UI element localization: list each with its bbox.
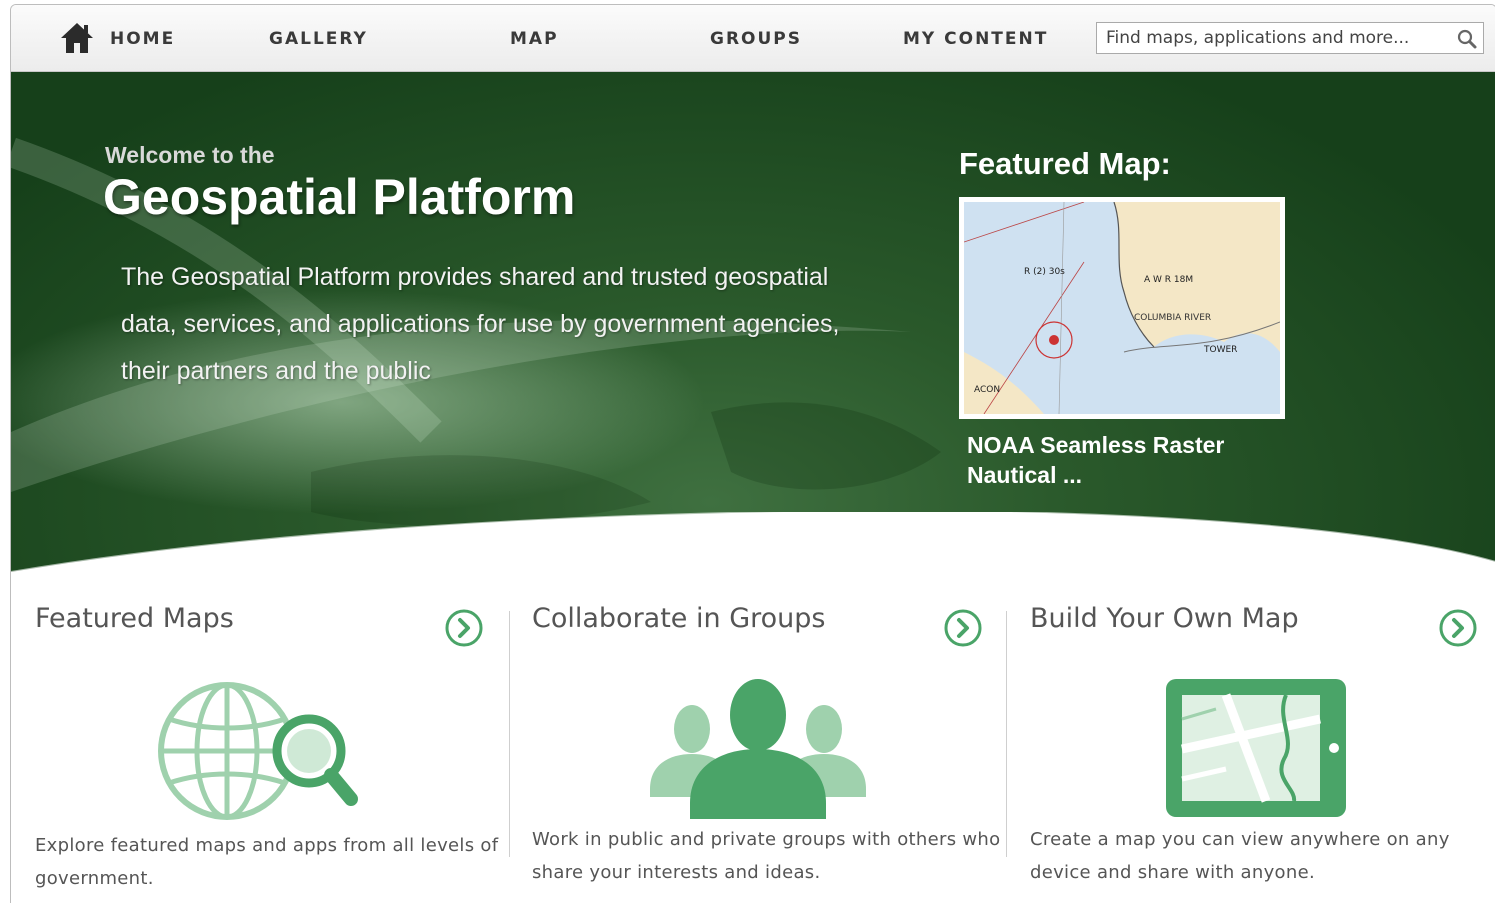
panel-divider bbox=[509, 611, 510, 857]
featured-map-heading: Featured Map: bbox=[959, 146, 1171, 181]
featured-map-caption[interactable]: NOAA Seamless Raster Nautical ... bbox=[967, 430, 1287, 490]
nav-home[interactable]: HOME bbox=[110, 29, 175, 49]
app-window: HOME GALLERY MAP GROUPS MY CONTENT Welco… bbox=[10, 4, 1495, 903]
arrow-right-icon[interactable] bbox=[445, 609, 483, 647]
panel-collaborate-groups: Collaborate in Groups Work in public and… bbox=[532, 603, 1012, 903]
nav-my-content[interactable]: MY CONTENT bbox=[903, 29, 1048, 49]
search-input[interactable] bbox=[1097, 23, 1447, 53]
panel-title[interactable]: Build Your Own Map bbox=[1030, 603, 1299, 634]
arrow-right-icon[interactable] bbox=[1439, 609, 1477, 647]
search-icon[interactable] bbox=[1456, 28, 1478, 50]
globe-magnifier-icon bbox=[158, 682, 358, 820]
nautical-chart-image: COLUMBIA RIVER R (2) 30s A W R 18M TOWER… bbox=[963, 201, 1281, 415]
nav-gallery[interactable]: GALLERY bbox=[269, 29, 368, 49]
search-box bbox=[1096, 22, 1484, 54]
tablet-map-icon bbox=[1166, 679, 1346, 817]
svg-text:ACON: ACON bbox=[974, 385, 1000, 395]
welcome-text: Welcome to the bbox=[105, 142, 275, 168]
panel-title[interactable]: Featured Maps bbox=[35, 603, 234, 634]
panel-build-map: Build Your Own Map Create a map you can … bbox=[1030, 603, 1495, 903]
nav-groups[interactable]: GROUPS bbox=[710, 29, 802, 49]
panel-description: Create a map you can view anywhere on an… bbox=[1030, 829, 1450, 883]
hero-banner: Welcome to the Geospatial Platform The G… bbox=[11, 72, 1495, 592]
panel-description: Work in public and private groups with o… bbox=[532, 829, 1001, 883]
svg-text:COLUMBIA RIVER: COLUMBIA RIVER bbox=[1134, 313, 1211, 323]
svg-text:R (2) 30s: R (2) 30s bbox=[1024, 267, 1065, 277]
panel-title[interactable]: Collaborate in Groups bbox=[532, 603, 825, 634]
home-icon[interactable] bbox=[59, 21, 95, 55]
featured-map-thumbnail[interactable]: COLUMBIA RIVER R (2) 30s A W R 18M TOWER… bbox=[959, 197, 1285, 419]
panel-divider bbox=[1006, 611, 1007, 857]
hero-description: The Geospatial Platform provides shared … bbox=[121, 263, 840, 385]
svg-text:A W R 18M: A W R 18M bbox=[1144, 275, 1193, 285]
top-nav: HOME GALLERY MAP GROUPS MY CONTENT bbox=[11, 5, 1495, 72]
panel-description: Explore featured maps and apps from all … bbox=[35, 835, 499, 889]
people-group-icon bbox=[650, 679, 866, 819]
hero-title: Geospatial Platform bbox=[103, 169, 576, 225]
hero-bottom-curve bbox=[11, 512, 1495, 592]
svg-text:TOWER: TOWER bbox=[1203, 345, 1237, 355]
nav-map[interactable]: MAP bbox=[510, 29, 559, 49]
panel-featured-maps: Featured Maps Explore featured maps and … bbox=[35, 603, 515, 903]
arrow-right-icon[interactable] bbox=[944, 609, 982, 647]
